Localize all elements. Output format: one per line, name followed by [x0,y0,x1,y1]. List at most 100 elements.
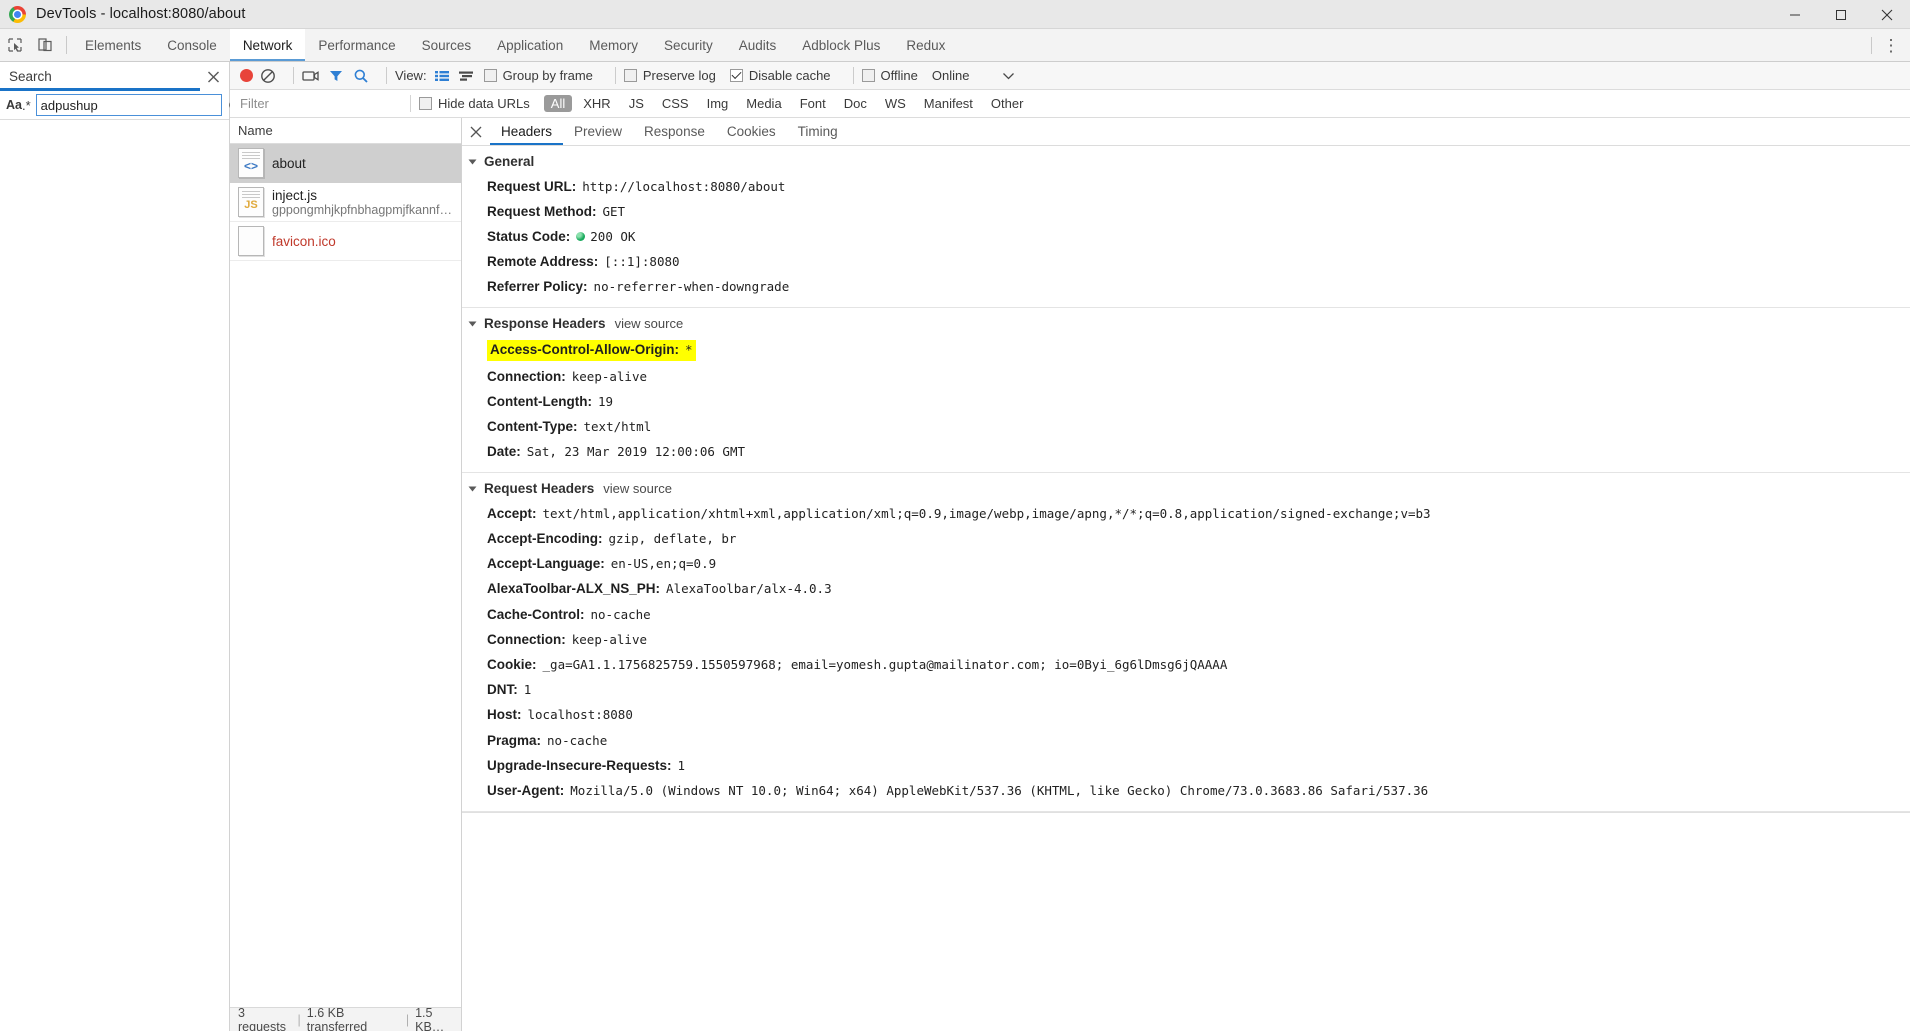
tab-audits[interactable]: Audits [726,29,790,61]
filter-bar: Hide data URLs All XHR JS CSS Img Media … [230,89,1910,118]
tab-preview[interactable]: Preview [563,118,633,145]
header-key: Accept: [487,505,537,521]
filter-type-xhr[interactable]: XHR [576,95,617,112]
checkbox-box [623,69,637,82]
request-text: inject.js gppongmhjkpfnbhagpmjfkannfb… [272,188,455,217]
network-status-bar: 3 requests | 1.6 KB transferred | 1.5 KB… [230,1005,461,1031]
checkbox-box [483,69,497,82]
disable-cache-label: Disable cache [748,68,831,83]
search-icon[interactable] [353,68,369,84]
use-regex-button[interactable]: .* [22,94,31,116]
view-source-link[interactable]: view source [615,316,684,331]
group-by-frame-checkbox[interactable]: Group by frame [483,68,593,83]
search-results-list [0,120,229,1031]
filter-type-font[interactable]: Font [793,95,833,112]
tab-application[interactable]: Application [484,29,576,61]
close-search-icon[interactable] [207,70,220,83]
section-header[interactable]: General [462,152,1910,174]
throttling-select[interactable]: Online [932,68,970,83]
filter-type-css[interactable]: CSS [655,95,696,112]
close-detail-icon[interactable] [462,118,490,145]
header-row: Content-Type: text/html [462,415,1910,440]
close-button[interactable] [1864,0,1910,29]
tab-bar-right: ⋮ [1871,29,1910,61]
request-count: 3 requests [238,1005,286,1031]
header-key: Date: [487,444,521,460]
view-list-icon[interactable] [434,68,450,84]
section-header[interactable]: Response Headers view source [462,314,1910,336]
request-detail-panel: Headers Preview Response Cookies Timing … [462,118,1910,1031]
inspect-element-icon[interactable] [0,29,30,61]
toolbar-divider [66,36,67,54]
header-value: http://localhost:8080/about [582,178,786,194]
tab-headers[interactable]: Headers [490,118,563,145]
record-button-icon[interactable] [240,69,253,82]
disable-cache-checkbox[interactable]: Disable cache [729,68,831,83]
clear-button-icon[interactable] [260,68,276,84]
header-key: Host: [487,707,522,723]
preserve-log-checkbox[interactable]: Preserve log [623,68,716,83]
hide-data-urls-checkbox[interactable]: Hide data URLs [419,96,530,111]
filter-type-js[interactable]: JS [622,95,651,112]
header-row: Cache-Control: no-cache [462,602,1910,627]
tab-security[interactable]: Security [651,29,726,61]
more-options-icon[interactable]: ⋮ [1878,37,1904,54]
header-value: localhost:8080 [527,707,633,723]
maximize-button[interactable] [1818,0,1864,29]
preserve-log-label: Preserve log [642,68,716,83]
header-key: Status Code: [487,228,571,244]
toolbar-divider [293,67,294,84]
throttling-chevron-down-icon[interactable] [995,72,1021,80]
header-row: Upgrade-Insecure-Requests: 1 [462,753,1910,778]
header-row: Host: localhost:8080 [462,703,1910,728]
table-row[interactable]: favicon.ico [230,222,461,261]
header-value: [::1]:8080 [604,254,680,270]
capture-screenshots-icon[interactable] [302,68,319,84]
offline-label: Offline [880,68,918,83]
tab-network[interactable]: Network [229,29,306,61]
tab-elements[interactable]: Elements [72,29,154,61]
filter-type-ws[interactable]: WS [878,95,913,112]
minimize-button[interactable] [1772,0,1818,29]
match-case-button[interactable]: Aa [6,94,22,116]
header-value: 1 [677,757,686,773]
header-value: no-cache [590,606,651,622]
tab-response[interactable]: Response [633,118,716,145]
filter-type-all[interactable]: All [543,95,573,112]
offline-checkbox[interactable]: Offline [861,68,918,83]
detail-tab-bar: Headers Preview Response Cookies Timing [462,118,1910,146]
request-subtitle: gppongmhjkpfnbhagpmjfkannfb… [272,202,455,217]
document-blank-icon [238,226,264,256]
view-source-link[interactable]: view source [603,481,672,496]
filter-type-manifest[interactable]: Manifest [917,95,980,112]
filter-type-doc[interactable]: Doc [837,95,874,112]
view-waterfall-icon[interactable] [458,68,476,84]
tab-sources[interactable]: Sources [409,29,485,61]
filter-input[interactable] [230,89,406,118]
table-row[interactable]: <> about [230,144,461,183]
header-key: Connection: [487,368,566,384]
chevron-down-icon [468,159,477,164]
section-general: General Request URL: http://localhost:80… [462,146,1910,309]
search-panel-header: Search [0,62,229,91]
filter-funnel-icon[interactable] [328,68,344,84]
header-row: Remote Address: [::1]:8080 [462,250,1910,275]
filter-type-img[interactable]: Img [700,95,736,112]
filter-type-other[interactable]: Other [984,95,1031,112]
icon-glyph: <> [243,159,258,173]
header-row: Connection: keep-alive [462,364,1910,389]
filter-type-media[interactable]: Media [739,95,788,112]
tab-console[interactable]: Console [154,29,230,61]
tab-performance[interactable]: Performance [305,29,408,61]
toggle-device-toolbar-icon[interactable] [30,29,60,61]
toolbar-divider [614,67,616,84]
tab-timing[interactable]: Timing [787,118,849,145]
section-header[interactable]: Request Headers view source [462,479,1910,501]
tab-memory[interactable]: Memory [576,29,651,61]
tab-cookies[interactable]: Cookies [716,118,787,145]
tab-adblock-plus[interactable]: Adblock Plus [789,29,893,61]
table-row[interactable]: JS inject.js gppongmhjkpfnbhagpmjfkannfb… [230,183,461,222]
tab-redux[interactable]: Redux [893,29,958,61]
search-input[interactable] [35,94,222,116]
header-key: Connection: [487,631,566,647]
